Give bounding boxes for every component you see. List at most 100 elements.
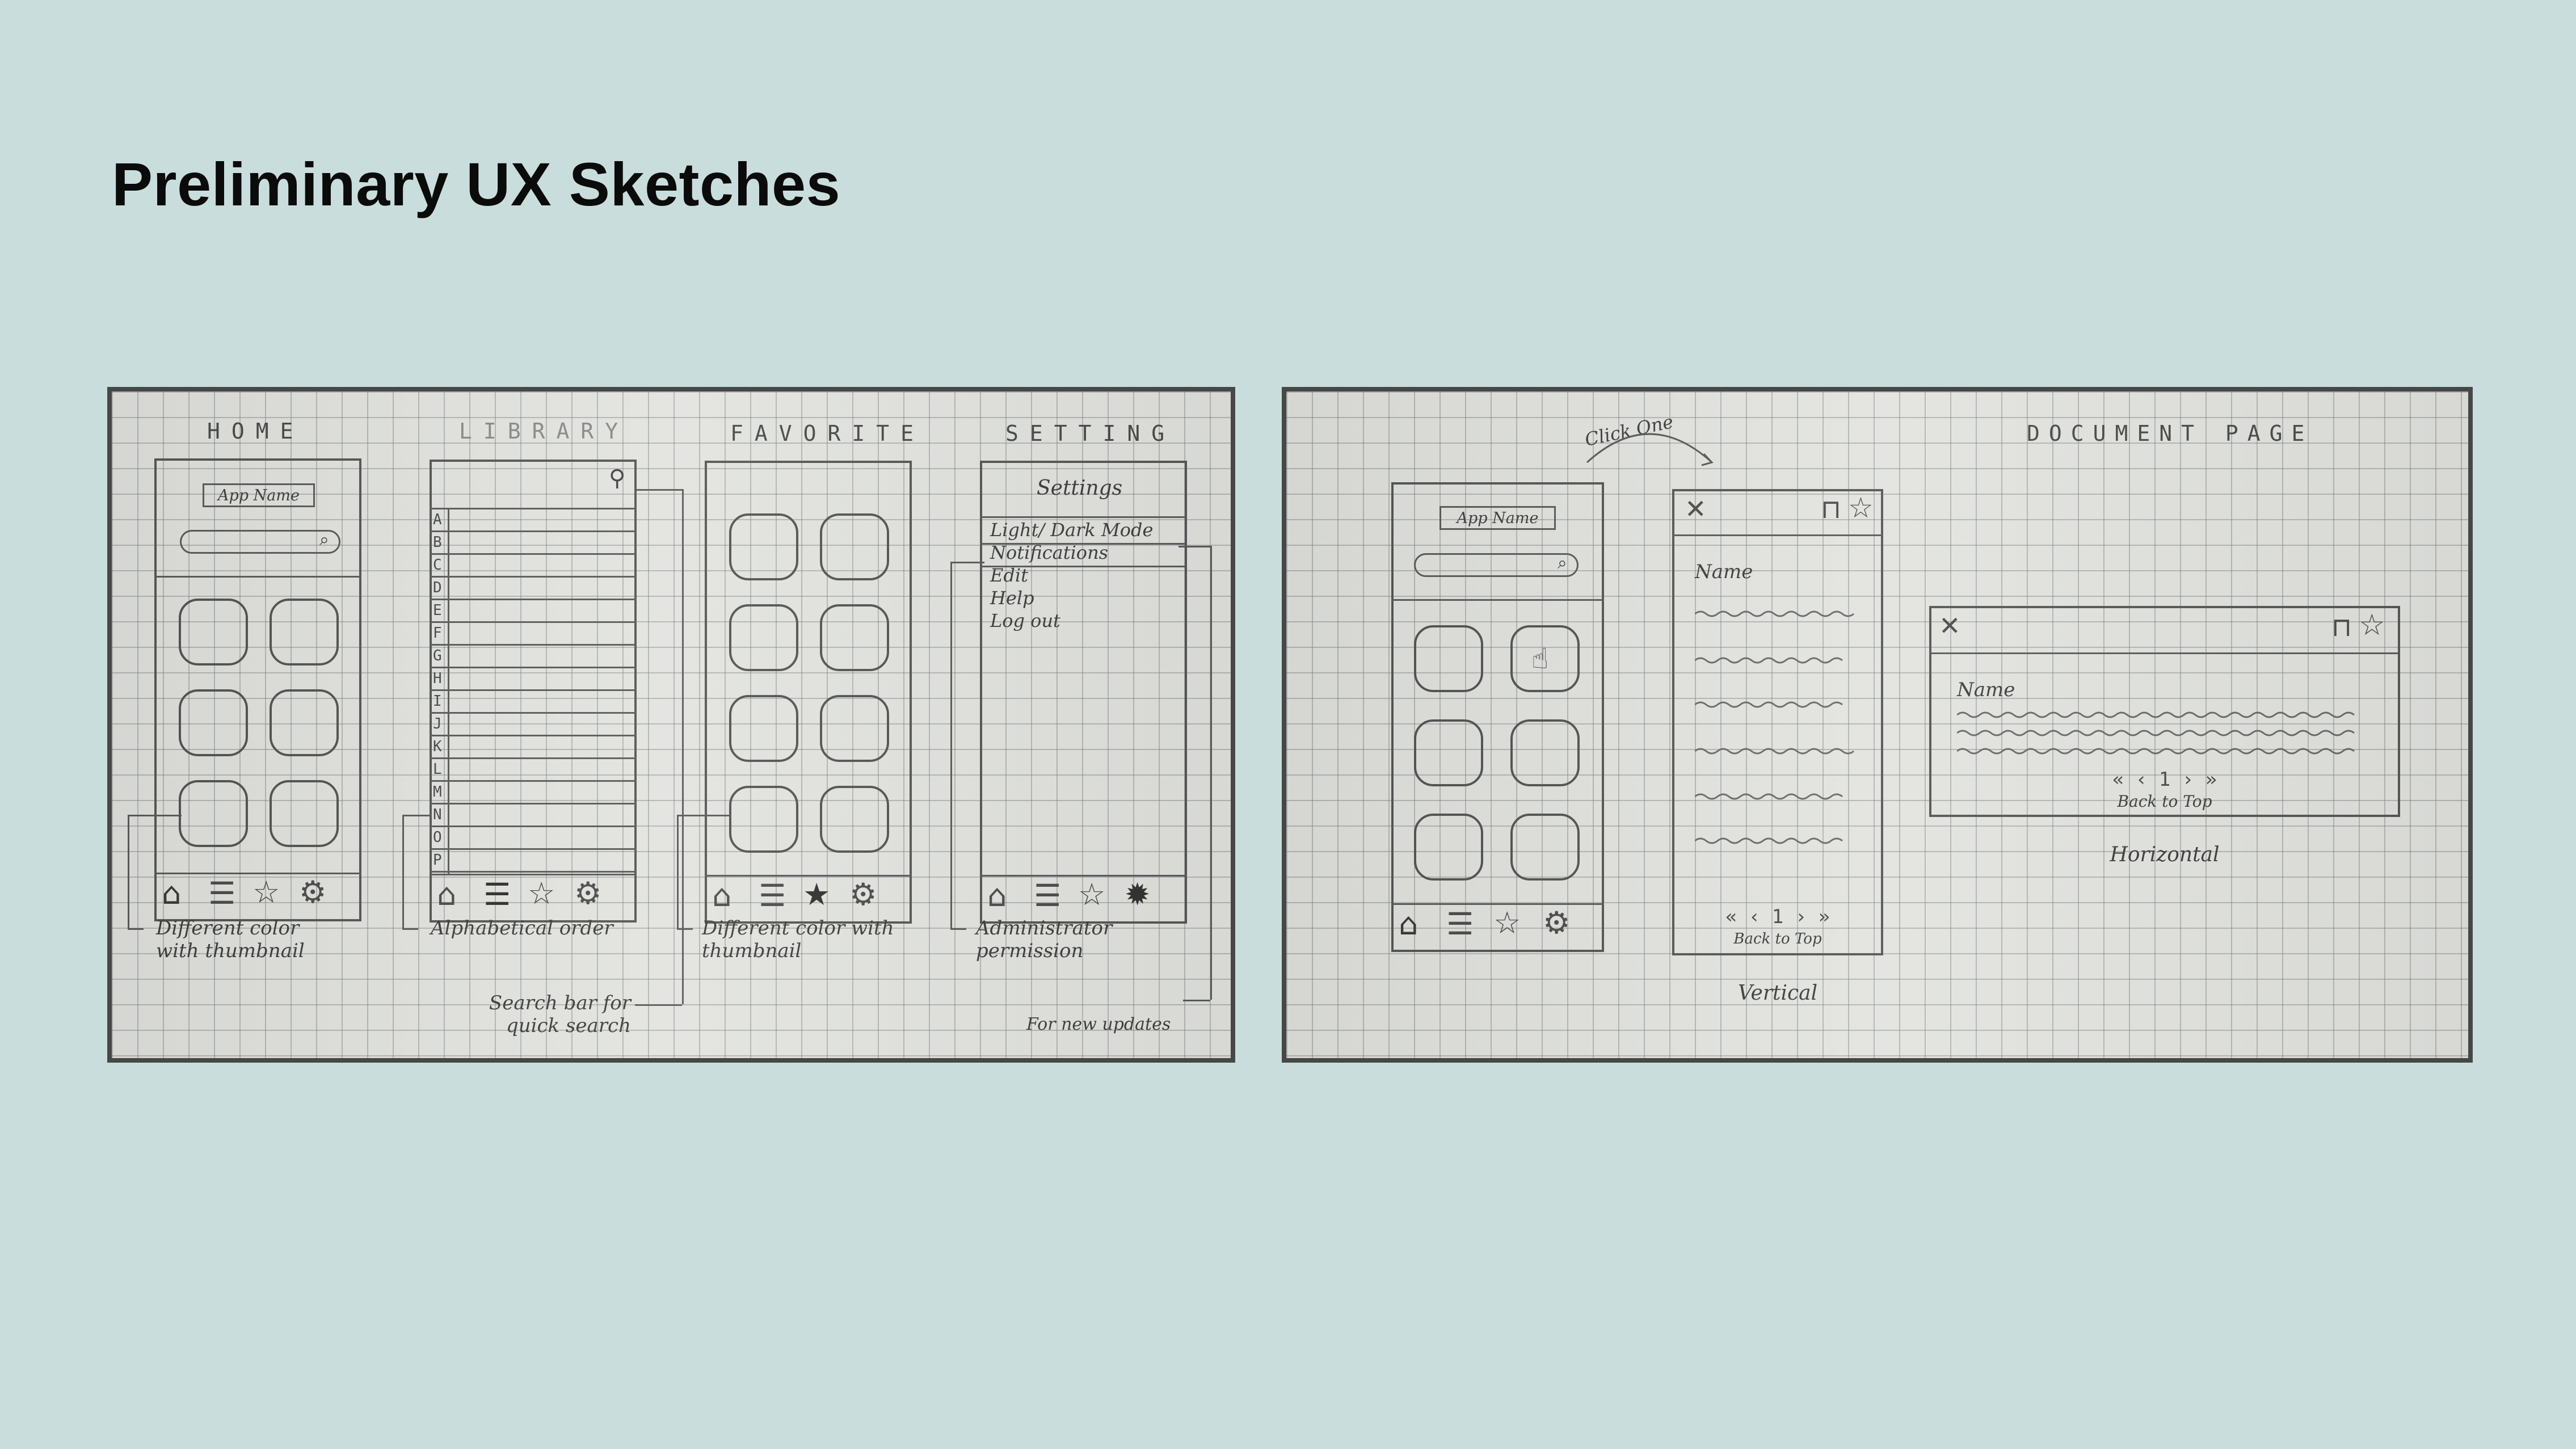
library-row-divider — [430, 530, 637, 532]
document-text-lines — [1957, 711, 2355, 755]
leader-line — [128, 815, 182, 816]
home-icon: ⌂ — [712, 878, 732, 913]
star-icon: ☆ — [1493, 905, 1521, 941]
settings-menu-item: Help — [990, 587, 1034, 609]
document-text-lines — [1695, 610, 1854, 844]
leader-line — [1210, 546, 1212, 1000]
leader-line — [677, 815, 679, 928]
settings-menu-item: Notifications — [990, 542, 1109, 563]
star-icon: ☆ — [1848, 491, 1874, 524]
library-letter: P — [433, 852, 442, 869]
close-icon: ✕ — [1939, 610, 1961, 641]
bookmark-icon: ⊓ — [2331, 612, 2352, 642]
thumbnail-tile — [1414, 814, 1483, 881]
thumbnail-tile — [729, 513, 798, 580]
library-row-divider — [430, 848, 637, 850]
search-icon: ⌕ — [1558, 553, 1567, 573]
star-icon: ☆ — [252, 874, 280, 910]
sketch-photo-document-flow: Click One DOCUMENT PAGE App Name ⌕ ☝ ⌂ ☰… — [1282, 387, 2473, 1063]
sketch-photo-main-screens: HOME LIBRARY FAVORITE SETTING App Name ⌕… — [107, 387, 1235, 1063]
library-letter: C — [433, 557, 442, 574]
leader-line — [1183, 1000, 1210, 1001]
settings-menu-item: Log out — [990, 610, 1060, 631]
search-bar — [180, 530, 340, 554]
home-phone-frame — [154, 458, 361, 921]
search-bar — [1414, 553, 1579, 577]
leader-line — [402, 815, 404, 928]
star-icon: ☆ — [528, 875, 555, 911]
library-letter: F — [433, 625, 442, 642]
document-header-divider — [1929, 652, 2400, 654]
library-letter: J — [433, 715, 442, 732]
library-letter: N — [433, 806, 442, 823]
library-row-divider — [430, 803, 637, 804]
library-letter: M — [433, 784, 442, 801]
leader-line — [128, 815, 129, 928]
thumbnail-tile — [820, 513, 889, 580]
library-row-divider — [430, 757, 637, 759]
thumbnail-tile — [729, 604, 798, 671]
library-letter: G — [433, 647, 442, 664]
gear-icon: ⚙ — [574, 875, 602, 911]
horizontal-back-to-top: Back to Top — [2117, 792, 2212, 811]
home-icon: ⌂ — [162, 875, 182, 911]
list-icon: ☰ — [1034, 878, 1062, 913]
library-header-divider — [430, 508, 637, 509]
note-library-order: Alphabetical order — [431, 917, 613, 940]
note-new-updates: For new updates — [1026, 1014, 1171, 1034]
settings-divider — [980, 516, 1187, 518]
list-icon: ☰ — [1446, 906, 1474, 942]
leader-line — [402, 928, 418, 930]
document-name-label: Name — [1957, 679, 2015, 701]
thumbnail-tile — [1414, 625, 1483, 692]
leader-line — [950, 562, 952, 928]
thumbnail-tile — [270, 599, 339, 665]
library-letter: D — [433, 579, 442, 596]
settings-menu-item: Edit — [990, 565, 1028, 586]
header-divider — [1391, 599, 1604, 601]
leader-line — [677, 815, 731, 816]
home-screen-title: HOME — [207, 419, 305, 444]
note-admin-permission: Administrator permission — [976, 917, 1113, 962]
library-letter: K — [433, 738, 442, 755]
horizontal-pager: « ‹ 1 › » — [2112, 768, 2217, 791]
home-icon: ⌂ — [987, 878, 1007, 913]
thumbnail-tile — [270, 689, 339, 756]
library-row-divider — [430, 553, 637, 555]
leader-line — [637, 489, 682, 491]
library-row-divider — [430, 689, 637, 691]
leader-line — [1178, 546, 1210, 547]
thumbnail-tile — [179, 599, 248, 665]
thumbnail-tile — [820, 604, 889, 671]
thumbnail-tile — [1510, 814, 1580, 881]
list-icon: ☰ — [759, 878, 786, 913]
note-favorite-thumbnail: Different color with thumbnail — [702, 917, 894, 962]
library-row-divider — [430, 621, 637, 623]
library-row-divider — [430, 871, 637, 873]
leader-line — [128, 928, 144, 930]
click-flow-arrow — [1586, 433, 1714, 466]
thumbnail-tile — [1414, 719, 1483, 786]
thumbnail-tile — [270, 780, 339, 847]
library-letter: E — [433, 602, 442, 619]
settings-heading: Settings — [1037, 477, 1123, 500]
list-icon: ☰ — [483, 877, 511, 912]
list-icon: ☰ — [208, 875, 236, 911]
gear-icon: ⚙ — [1543, 905, 1571, 941]
header-divider — [154, 576, 361, 578]
leader-line — [402, 815, 431, 816]
library-row-divider — [430, 599, 637, 600]
library-letter: O — [433, 829, 442, 846]
close-icon: ✕ — [1685, 494, 1707, 524]
home-icon: ⌂ — [1399, 906, 1419, 942]
gear-icon: ✹ — [1125, 877, 1151, 912]
search-icon: ⚲ — [609, 465, 626, 491]
leader-line — [950, 928, 966, 930]
vertical-pager: « ‹ 1 › » — [1725, 905, 1830, 928]
library-screen-title: LIBRARY — [459, 419, 630, 444]
leader-line — [635, 1004, 682, 1006]
vertical-back-to-top: Back to Top — [1733, 930, 1822, 947]
horizontal-caption: Horizontal — [2110, 843, 2220, 866]
search-icon: ⌕ — [319, 530, 329, 550]
library-letter: L — [433, 761, 442, 778]
